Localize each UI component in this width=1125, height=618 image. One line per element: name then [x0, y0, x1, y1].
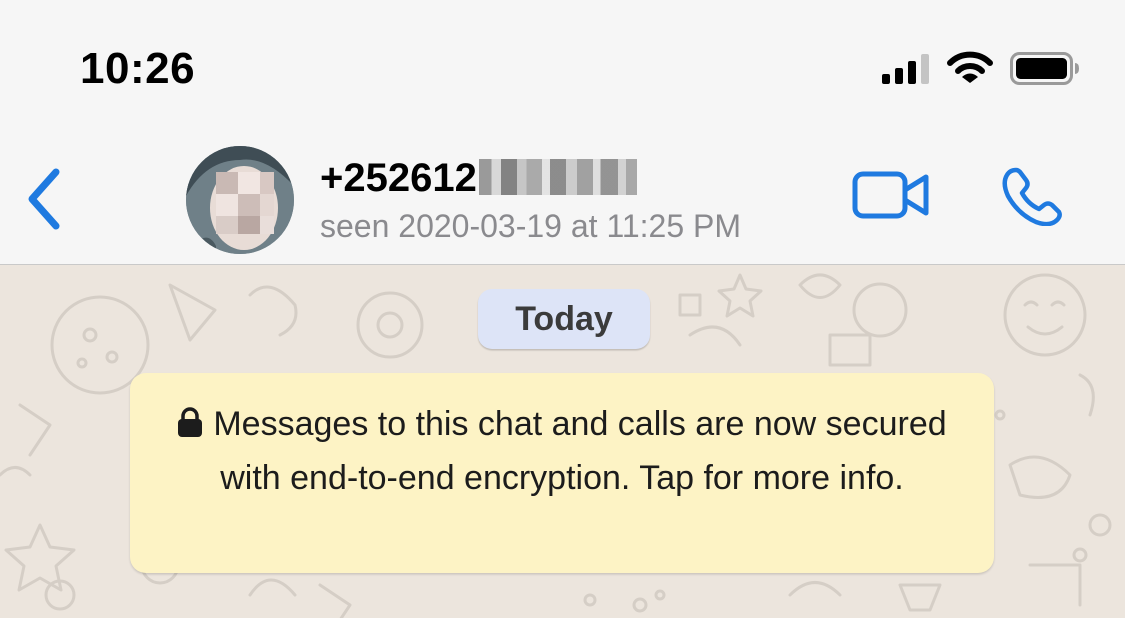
status-bar: 10:26: [0, 0, 1125, 130]
encryption-notice-text: Messages to this chat and calls are now …: [213, 405, 947, 497]
voice-call-button[interactable]: [1002, 166, 1066, 226]
wifi-icon: [947, 51, 993, 83]
contact-name[interactable]: +252612: [320, 156, 637, 201]
date-separator: Today: [478, 289, 650, 349]
chat-screen: 10:26 +252612 seen 2020-03-19 at 11:25 P…: [0, 0, 1125, 618]
battery-icon: [1010, 52, 1079, 85]
avatar-image: [186, 146, 294, 254]
video-call-button[interactable]: [852, 170, 932, 222]
last-seen-status: seen 2020-03-19 at 11:25 PM: [320, 208, 742, 244]
status-time: 10:26: [80, 44, 196, 93]
contact-avatar[interactable]: [186, 146, 294, 254]
lock-icon: [178, 407, 203, 438]
chat-area[interactable]: Today Messages to this chat and calls ar…: [0, 265, 1125, 618]
redacted-digits: [478, 159, 637, 196]
cellular-signal-icon: [882, 54, 929, 84]
encryption-notice[interactable]: Messages to this chat and calls are now …: [130, 373, 994, 573]
contact-name-text: +252612: [320, 156, 477, 200]
chat-header: +252612 seen 2020-03-19 at 11:25 PM: [0, 130, 1125, 265]
back-button[interactable]: [22, 166, 68, 232]
